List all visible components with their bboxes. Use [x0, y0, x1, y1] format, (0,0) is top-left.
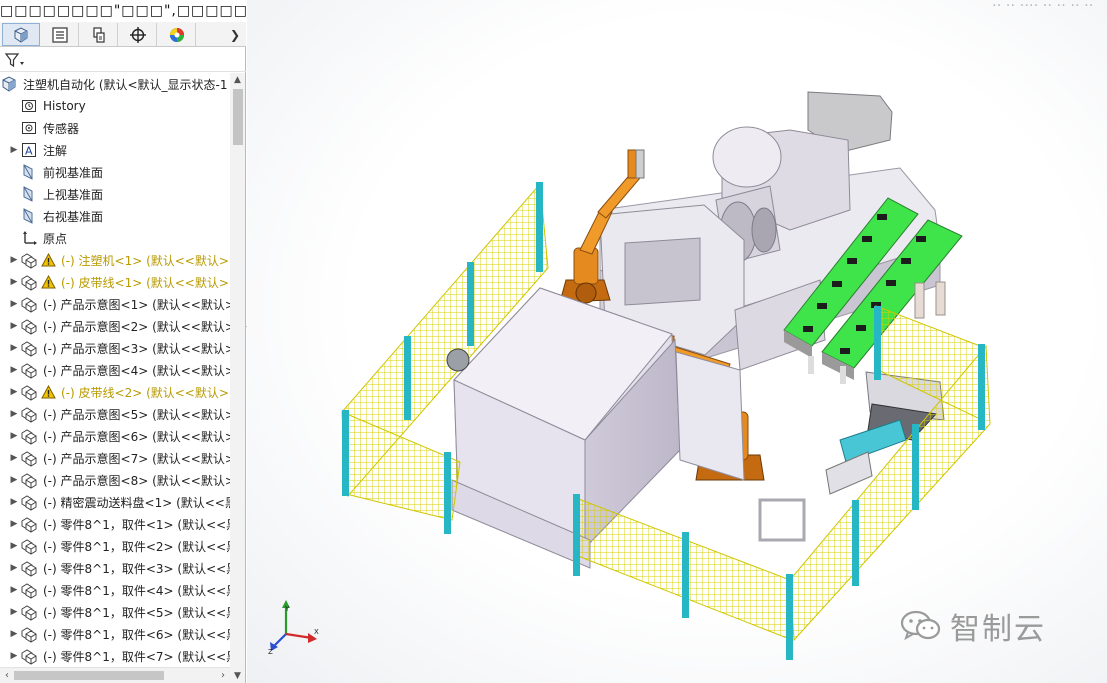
- wechat-logo-icon: [900, 610, 941, 641]
- fence-post: [978, 344, 985, 430]
- fence-post: [573, 494, 580, 576]
- assembly-3d-scene[interactable]: [0, 0, 1107, 683]
- watermark-text: 智制云: [950, 612, 1046, 647]
- triad-y-label: Y: [284, 605, 290, 613]
- triad-x-label: X: [314, 628, 319, 636]
- fence-post: [852, 500, 859, 586]
- watermark: 智制云: [900, 606, 1046, 647]
- fence-post: [536, 182, 543, 272]
- axis-triad: Y X Z: [268, 600, 319, 656]
- fence-post: [874, 306, 881, 380]
- fence-post: [682, 532, 689, 618]
- fence-post: [342, 410, 349, 496]
- fence-post: [467, 262, 474, 346]
- fence-post: [404, 336, 411, 420]
- fence-post: [444, 452, 451, 534]
- triad-z-label: Z: [268, 648, 273, 656]
- fence-post: [786, 574, 793, 660]
- fence-post: [912, 424, 919, 510]
